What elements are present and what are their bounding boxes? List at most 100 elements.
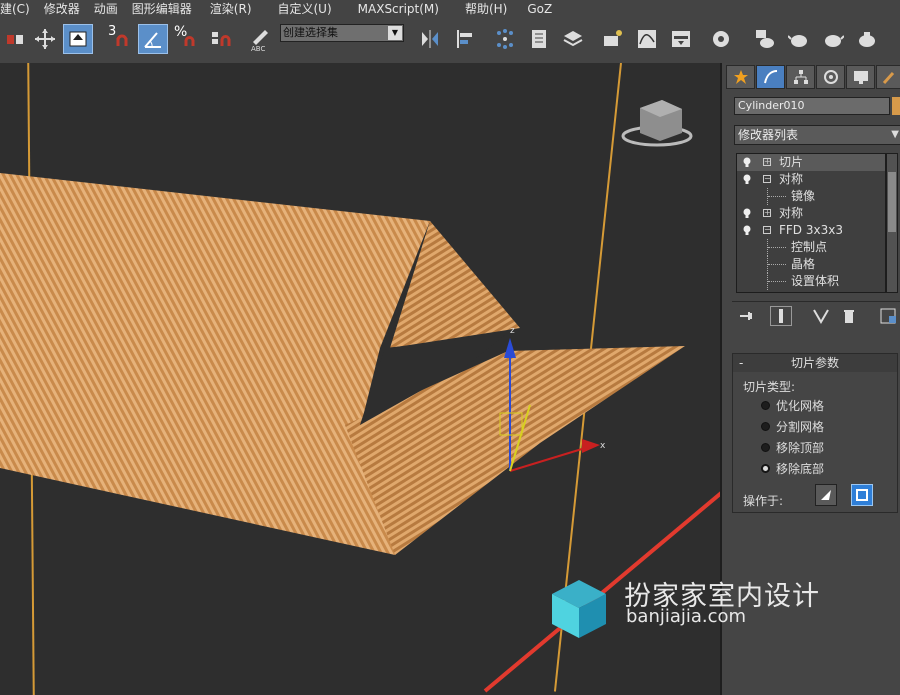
schematic-view-button[interactable] [598,24,628,54]
teapot-icon [825,35,844,47]
collapse-icon[interactable]: − [763,226,771,234]
curve-editor-button[interactable] [632,24,662,54]
edit-named-selection-button[interactable]: ABC [246,24,276,54]
radio-refine-mesh[interactable]: 优化网格 [761,396,824,414]
radio-remove-bottom[interactable]: 移除底部 [761,459,824,477]
make-unique-button[interactable] [810,306,832,326]
tab-hierarchy[interactable] [786,65,815,89]
radio-split-mesh[interactable]: 分割网格 [761,417,824,435]
radio-button-selected[interactable] [761,463,770,473]
slice-type-label: 切片类型: [743,380,796,394]
operate-on-face-button[interactable] [815,484,837,506]
named-selection-dropdown[interactable]: 创建选择集 ▼ [280,24,404,42]
move-button[interactable] [30,24,60,54]
stack-item-label: 晶格 [791,257,816,271]
angle-snap-button[interactable] [138,24,168,54]
menu-graph-editors[interactable]: 图形编辑器 [132,0,210,17]
tree-connector [767,188,788,205]
stack-subitem-control-points[interactable]: 控制点 [737,239,885,256]
snap-toggle-button[interactable]: 3 [106,24,136,54]
object-name-field[interactable]: Cylinder010 [734,97,890,115]
stack-item-slice[interactable]: + 切片 [737,154,885,171]
stack-tools [732,301,900,328]
stack-item-label: 镜像 [791,189,816,203]
radio-remove-top[interactable]: 移除顶部 [761,438,824,456]
collapse-toggle[interactable]: - [739,354,743,372]
expand-icon[interactable]: + [763,158,771,166]
unlink-button[interactable] [0,24,30,54]
radio-button[interactable] [761,421,770,431]
remove-modifier-button[interactable] [838,306,860,326]
radio-label: 移除顶部 [776,440,825,455]
select-place-button[interactable] [63,24,93,54]
unlink-icon [7,35,23,44]
mirror-button[interactable] [415,24,445,54]
square-polygon-icon [856,489,868,501]
command-panel-tabs [726,65,900,91]
operate-on-polygon-button[interactable] [851,484,873,506]
stack-item-label: FFD 3x3x3 [779,223,843,237]
menu-maxscript[interactable]: MAXScript(M) [358,2,465,16]
stack-item-symmetry[interactable]: + 对称 [737,205,885,222]
main-toolbar: 3 % ABC 创建选择集 ▼ [0,17,900,64]
render-setup-button[interactable] [706,24,736,54]
viewcube[interactable] [621,100,693,147]
modifier-list-dropdown[interactable]: 修改器列表 ▼ [734,125,900,145]
render-iterative-button[interactable] [818,24,848,54]
menu-goz[interactable]: GoZ [527,2,562,16]
menu-create[interactable]: 建(C) [0,0,44,17]
tab-utilities[interactable] [876,65,900,89]
tab-create[interactable] [726,65,755,89]
configure-sets-button[interactable] [878,306,900,326]
stack-item-symmetry[interactable]: − 对称 [737,171,885,188]
menu-bar: 建(C) 修改器 动画 图形编辑器 渲染(R) 自定义(U) MAXScript… [0,0,900,17]
align-button[interactable] [450,24,480,54]
scene-explorer-button[interactable] [524,24,554,54]
scrollbar-thumb[interactable] [888,172,896,232]
stack-item-label: 控制点 [791,240,828,254]
spinner-snap-button[interactable] [206,24,236,54]
object-color-swatch[interactable] [892,97,900,115]
rendered-frame-button[interactable] [750,24,780,54]
pin-stack-button[interactable] [736,306,758,326]
teapot-icon [788,35,807,47]
chevron-down-icon: ▼ [891,129,899,140]
triangle-face-icon [821,490,831,500]
rollout-header[interactable]: - 切片参数 [733,354,897,372]
stack-subitem-mirror[interactable]: 镜像 [737,188,885,205]
modify-icon [763,70,777,84]
menu-customize[interactable]: 自定义(U) [278,0,358,17]
stack-scrollbar[interactable] [886,153,898,293]
menu-rendering[interactable]: 渲染(R) [210,0,278,17]
tab-modify[interactable] [756,65,785,89]
cube-logo-icon [552,580,606,638]
modifier-list-text: 修改器列表 [738,128,799,142]
render-activeshade-button[interactable] [852,24,882,54]
menu-modifiers[interactable]: 修改器 [44,0,94,17]
radio-button[interactable] [761,442,770,452]
lightbulb-icon [743,225,751,235]
stack-item-label: 对称 [779,172,804,186]
watermark-url: banjiajia.com [626,606,747,627]
percent-snap-button[interactable]: % [172,24,202,54]
menu-animation[interactable]: 动画 [94,0,132,17]
radio-button[interactable] [761,400,770,410]
show-end-result-button[interactable] [770,306,792,326]
material-editor-button[interactable] [666,24,696,54]
ribbon-button[interactable] [558,24,588,54]
tab-motion[interactable] [816,65,845,89]
tree-connector [767,256,788,273]
pencil-abc-icon: ABC [251,30,268,52]
stack-subitem-set-volume[interactable]: 设置体积 [737,273,885,290]
collapse-icon[interactable]: − [763,175,771,183]
expand-icon[interactable]: + [763,209,771,217]
stack-icon [563,31,583,47]
modifier-stack[interactable]: + 切片 − 对称 镜像 + 对称 − FFD 3x3x3 控制点 晶格 设置体… [736,153,886,293]
menu-help[interactable]: 帮助(H) [465,0,527,17]
render-production-button[interactable] [784,24,814,54]
stack-subitem-lattice[interactable]: 晶格 [737,256,885,273]
tab-display[interactable] [846,65,875,89]
stack-item-ffd[interactable]: − FFD 3x3x3 [737,222,885,239]
manage-layers-button[interactable] [490,24,520,54]
radio-label: 优化网格 [776,398,825,413]
